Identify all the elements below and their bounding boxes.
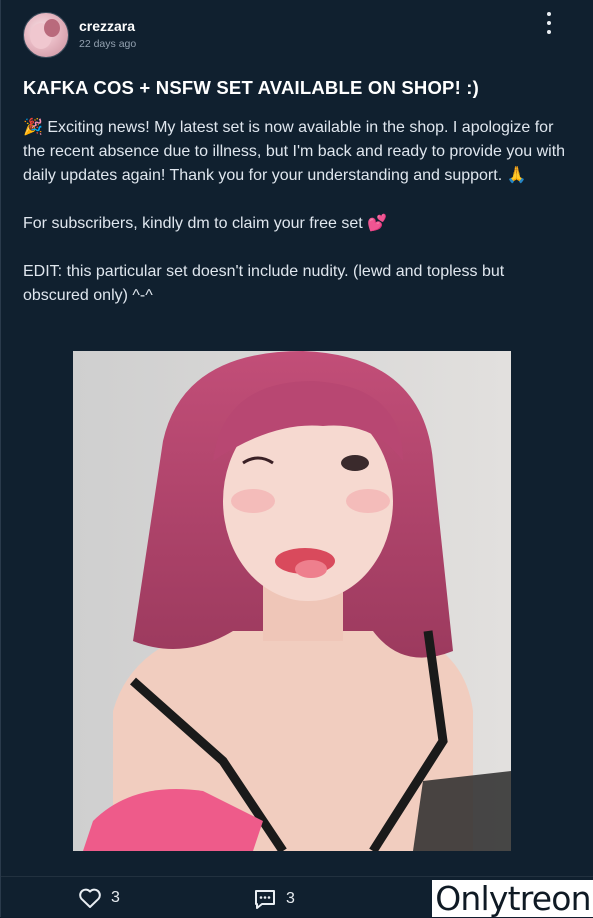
site-watermark: Onlytreon xyxy=(432,879,593,918)
more-vertical-icon[interactable] xyxy=(541,12,557,34)
post-image[interactable] xyxy=(73,351,511,851)
menu-dot xyxy=(547,21,551,25)
author-meta: crezzara 22 days ago xyxy=(79,18,136,52)
post-title: KAFKA COS + NSFW SET AVAILABLE ON SHOP! … xyxy=(23,77,479,98)
like-count: 3 xyxy=(111,889,120,906)
comment-button[interactable]: 3 xyxy=(253,887,295,911)
like-button[interactable]: 3 xyxy=(78,887,120,909)
menu-dot xyxy=(547,12,551,16)
heart-icon xyxy=(79,888,101,908)
comment-count: 3 xyxy=(286,890,295,907)
username[interactable]: crezzara xyxy=(79,18,136,35)
post-timestamp: 22 days ago xyxy=(79,38,137,50)
avatar[interactable] xyxy=(23,12,69,58)
post-paragraph: 🎉 Exciting news! My latest set is now av… xyxy=(23,119,566,184)
menu-dot xyxy=(547,30,551,34)
post-image-illustration xyxy=(73,351,511,851)
avatar-image-shape xyxy=(44,19,60,37)
post-body: 🎉 Exciting news! My latest set is now av… xyxy=(23,116,571,308)
post-paragraph: For subscribers, kindly dm to claim your… xyxy=(23,215,388,232)
comment-icon xyxy=(255,890,275,909)
post-header: crezzara 22 days ago xyxy=(23,11,136,59)
post-card: crezzara 22 days ago KAFKA COS + NSFW SE… xyxy=(0,0,593,918)
post-paragraph: EDIT: this particular set doesn't includ… xyxy=(23,263,505,304)
